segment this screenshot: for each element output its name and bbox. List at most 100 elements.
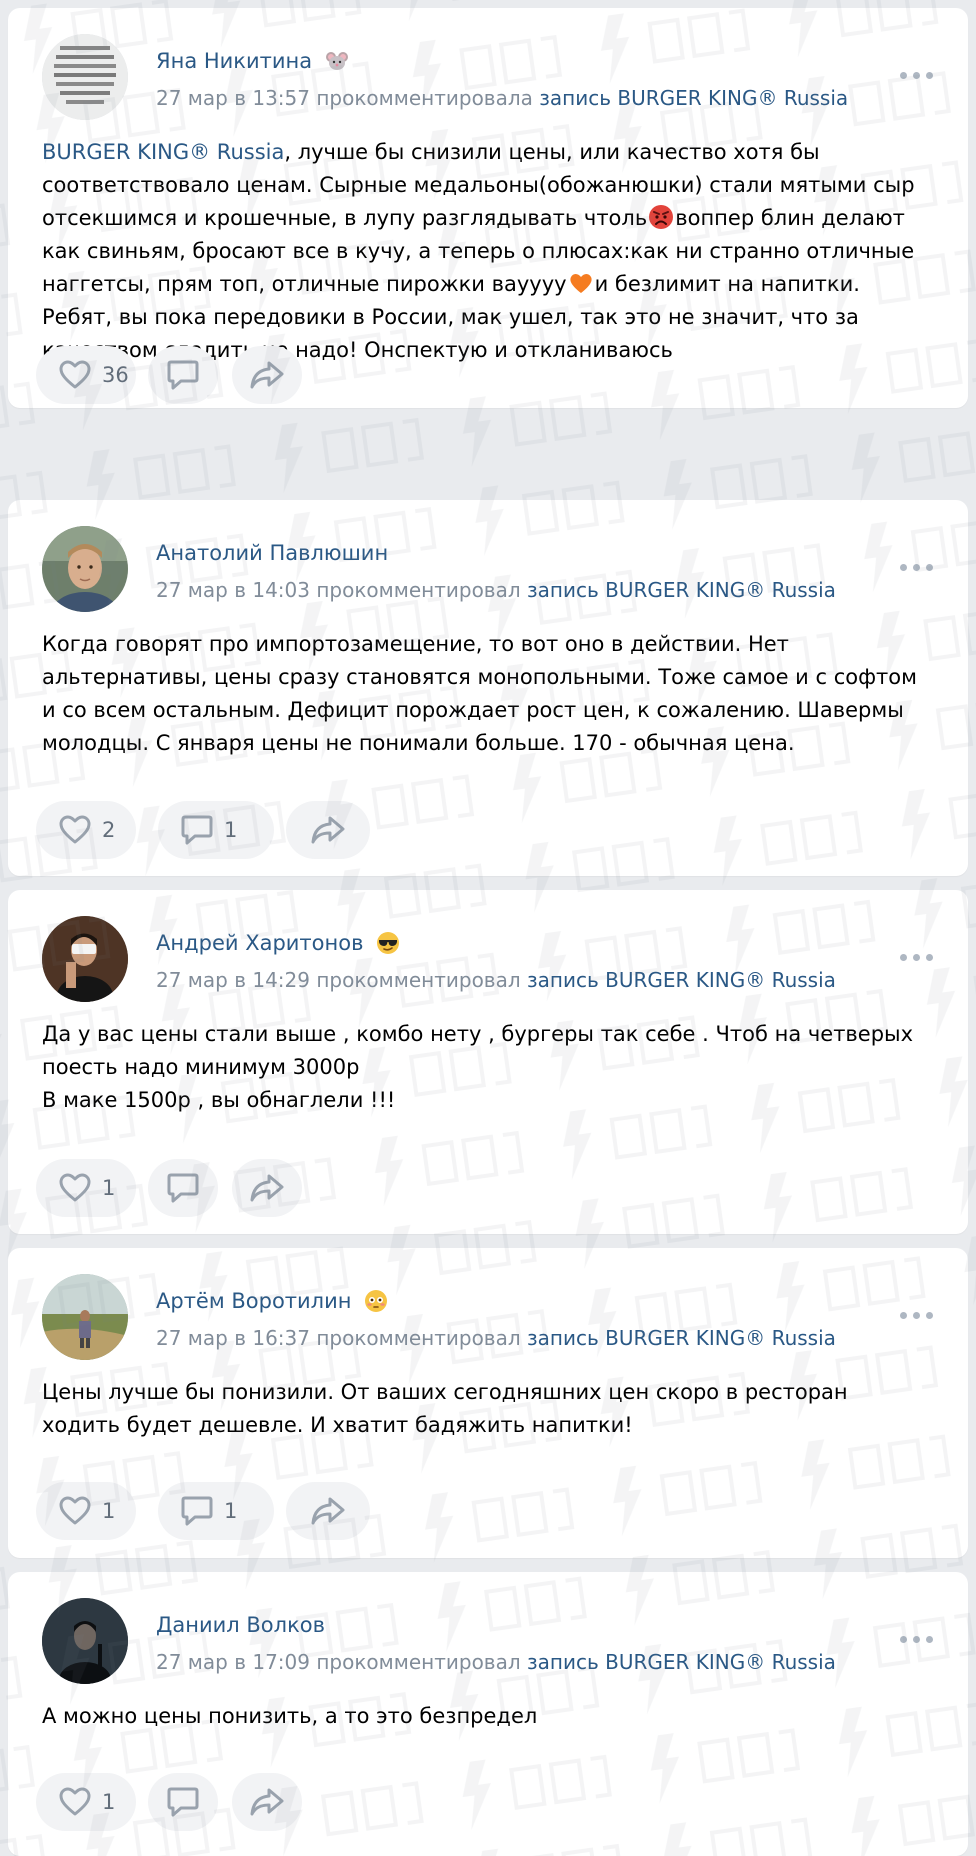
like-button[interactable]: 2 [36, 801, 136, 859]
comment-text-line: Да у вас цены стали выше , комбо нету , … [42, 1022, 914, 1079]
comment-date[interactable]: 27 мар в 17:09 [156, 1650, 310, 1674]
more-dot-icon [926, 954, 933, 961]
more-dot-icon [913, 1312, 920, 1319]
more-options-button[interactable] [900, 1628, 934, 1650]
comment-action: прокомментировал [316, 1326, 521, 1350]
comment-action: прокомментировал [316, 578, 521, 602]
sunglasses-emoji-icon [377, 932, 400, 954]
more-dot-icon [900, 954, 907, 961]
author-name[interactable]: Яна Никитина [156, 48, 349, 73]
share-arrow-icon [250, 1174, 284, 1202]
comment-button[interactable] [148, 1773, 218, 1831]
author-name[interactable]: Анатолий Павлюшин [156, 540, 388, 565]
comment-meta: 27 мар в 16:37 прокомментировал запись B… [156, 1326, 836, 1350]
like-button[interactable]: 1 [36, 1159, 136, 1217]
comment-text-line: В маке 1500р , вы обнаглели !!! [42, 1088, 396, 1112]
post-link[interactable]: запись BURGER KING® Russia [527, 968, 836, 992]
heart-outline-icon [59, 1173, 91, 1202]
post-link[interactable]: запись BURGER KING® Russia [527, 1326, 836, 1350]
comment-card: Анатолий Павлюшин 27 мар в 14:03 прокомм… [8, 500, 968, 876]
share-button[interactable] [286, 801, 370, 859]
more-options-button[interactable] [900, 556, 934, 578]
orange-heart-emoji-icon [569, 274, 592, 293]
comment-card: Артём Воротилин 27 мар в 16:37 прокоммен… [8, 1248, 968, 1558]
comments-count: 1 [224, 1499, 238, 1523]
avatar[interactable] [42, 526, 128, 612]
share-button[interactable] [232, 346, 302, 404]
post-link[interactable]: запись BURGER KING® Russia [539, 86, 848, 110]
comment-action: прокомментировал [316, 968, 521, 992]
share-arrow-icon [250, 1788, 284, 1816]
comment-text-part: А можно цены понизить, а то это безпреде… [42, 1704, 538, 1728]
speech-bubble-icon [181, 1496, 213, 1526]
comment-button[interactable] [148, 1159, 218, 1217]
like-button[interactable]: 36 [36, 346, 136, 404]
avatar[interactable] [42, 34, 128, 120]
more-dot-icon [900, 564, 907, 571]
share-button[interactable] [286, 1482, 370, 1540]
comment-action: прокомментировала [316, 86, 533, 110]
likes-count: 36 [102, 363, 129, 387]
comment-button[interactable]: 1 [158, 801, 274, 859]
angry-face-emoji-icon [649, 205, 674, 229]
post-link[interactable]: запись BURGER KING® Russia [527, 578, 836, 602]
comment-meta: 27 мар в 17:09 прокомментировал запись B… [156, 1650, 836, 1674]
more-dot-icon [900, 1636, 907, 1643]
comment-action: прокомментировал [316, 1650, 521, 1674]
speech-bubble-icon [167, 360, 199, 390]
comment-date[interactable]: 27 мар в 16:37 [156, 1326, 310, 1350]
likes-count: 1 [102, 1499, 116, 1523]
comment-text: Цены лучше бы понизили. От ваших сегодня… [42, 1376, 932, 1442]
more-options-button[interactable] [900, 1304, 934, 1326]
mouse-emoji-icon [325, 52, 348, 70]
comments-feed: Яна Никитина 27 мар в 13:57 прокомментир… [0, 0, 976, 1856]
post-link[interactable]: запись BURGER KING® Russia [527, 1650, 836, 1674]
more-dot-icon [913, 72, 920, 79]
comment-date[interactable]: 27 мар в 13:57 [156, 86, 310, 110]
more-dot-icon [926, 1312, 933, 1319]
comment-button[interactable]: 1 [158, 1482, 274, 1540]
share-button[interactable] [232, 1159, 302, 1217]
comment-button[interactable] [148, 346, 218, 404]
share-button[interactable] [232, 1773, 302, 1831]
comment-meta: 27 мар в 14:03 прокомментировал запись B… [156, 578, 836, 602]
comment-card: Яна Никитина 27 мар в 13:57 прокомментир… [8, 8, 968, 408]
speech-bubble-icon [167, 1173, 199, 1203]
likes-count: 2 [102, 818, 116, 842]
comment-date[interactable]: 27 мар в 14:03 [156, 578, 310, 602]
like-button[interactable]: 1 [36, 1482, 136, 1540]
comment-text: Да у вас цены стали выше , комбо нету , … [42, 1018, 932, 1117]
more-dot-icon [926, 564, 933, 571]
like-button[interactable]: 1 [36, 1773, 136, 1831]
heart-outline-icon [59, 1787, 91, 1816]
mention-link[interactable]: BURGER KING® Russia [42, 140, 284, 164]
more-dot-icon [926, 72, 933, 79]
comment-text: А можно цены понизить, а то это безпреде… [42, 1700, 932, 1733]
author-name[interactable]: Даниил Волков [156, 1612, 325, 1637]
comment-card: Даниил Волков 27 мар в 17:09 прокомменти… [8, 1572, 968, 1856]
likes-count: 1 [102, 1176, 116, 1200]
more-dot-icon [913, 954, 920, 961]
share-arrow-icon [311, 816, 345, 844]
share-arrow-icon [250, 361, 284, 389]
more-options-button[interactable] [900, 946, 934, 968]
comment-text: BURGER KING® Russia, лучше бы снизили це… [42, 136, 932, 367]
more-dot-icon [913, 564, 920, 571]
author-name[interactable]: Артём Воротилин [156, 1288, 388, 1313]
avatar[interactable] [42, 1598, 128, 1684]
comments-count: 1 [224, 818, 238, 842]
more-options-button[interactable] [900, 64, 934, 86]
heart-outline-icon [59, 360, 91, 389]
speech-bubble-icon [167, 1787, 199, 1817]
comment-date[interactable]: 27 мар в 14:29 [156, 968, 310, 992]
comment-card: Андрей Харитонов 27 мар в 14:29 прокомме… [8, 890, 968, 1234]
comment-text-part: Когда говорят про импортозамещение, то в… [42, 632, 917, 755]
more-dot-icon [900, 72, 907, 79]
speech-bubble-icon [181, 815, 213, 845]
author-name[interactable]: Андрей Харитонов [156, 930, 400, 955]
share-arrow-icon [311, 1497, 345, 1525]
avatar[interactable] [42, 1274, 128, 1360]
heart-outline-icon [59, 815, 91, 844]
avatar[interactable] [42, 916, 128, 1002]
comment-text-part: Цены лучше бы понизили. От ваших сегодня… [42, 1380, 848, 1437]
